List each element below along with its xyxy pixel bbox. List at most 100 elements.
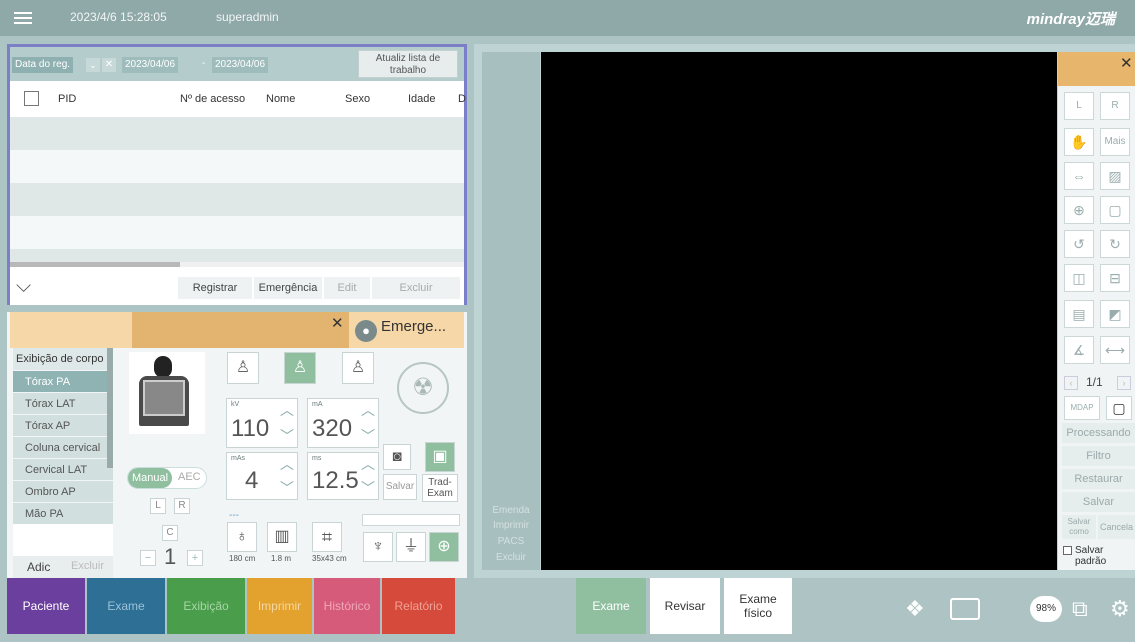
l-button[interactable]: L bbox=[150, 498, 166, 514]
manual-option[interactable]: Manual bbox=[128, 468, 172, 488]
patient-front-icon[interactable]: ♙ bbox=[284, 352, 316, 384]
clear-icon[interactable]: ✕ bbox=[102, 58, 116, 72]
detector-size-icon[interactable]: ⌗ bbox=[312, 522, 342, 552]
save-default-checkbox[interactable] bbox=[1063, 546, 1072, 555]
ms-down-icon[interactable]: ﹀ bbox=[360, 481, 376, 495]
refresh-worklist-button[interactable]: Atualiz lista de trabalho bbox=[358, 50, 458, 78]
nav-display[interactable]: Exibição bbox=[167, 578, 245, 634]
date-from-input[interactable]: 2023/04/06 bbox=[122, 57, 179, 73]
save-as-button[interactable]: Salvar como bbox=[1062, 515, 1096, 539]
kv-field[interactable]: kV 110 ︿ ﹀ bbox=[226, 398, 298, 448]
col-d[interactable]: D bbox=[458, 93, 466, 105]
list-item[interactable]: Mão PA bbox=[13, 502, 113, 524]
menu-icon[interactable] bbox=[14, 9, 32, 25]
fit-icon[interactable]: ▢ bbox=[1100, 196, 1130, 224]
expand-chevron-icon[interactable]: ⌵ bbox=[16, 275, 31, 298]
mas-field[interactable]: mAs 4 ︿ ﹀ bbox=[226, 452, 298, 500]
save-image-button[interactable]: Salvar bbox=[1062, 492, 1135, 512]
radiation-icon[interactable]: ☢ bbox=[397, 362, 449, 414]
next-page-icon[interactable]: › bbox=[1117, 376, 1131, 390]
kv-up-icon[interactable]: ︿ bbox=[279, 403, 295, 417]
layers-icon[interactable]: ❖ bbox=[905, 596, 925, 622]
c-button[interactable]: C bbox=[162, 525, 178, 541]
mas-up-icon[interactable]: ︿ bbox=[279, 457, 295, 471]
tab-physical-exam[interactable]: Exame físico bbox=[724, 578, 792, 634]
layout-icon[interactable]: ▢ bbox=[1106, 396, 1132, 420]
more-button[interactable]: Mais bbox=[1100, 128, 1130, 156]
screen-icon[interactable] bbox=[950, 598, 980, 620]
list-scrollbar[interactable] bbox=[107, 348, 113, 468]
nav-patient[interactable]: Paciente bbox=[7, 578, 85, 634]
tab-review[interactable]: Revisar bbox=[650, 578, 720, 634]
cancel-button[interactable]: Cancela bbox=[1098, 515, 1135, 539]
register-button[interactable]: Registrar bbox=[178, 277, 252, 299]
annotation-icon[interactable]: ◩ bbox=[1100, 300, 1130, 328]
flip-icon[interactable]: ⇔ bbox=[1064, 162, 1094, 190]
col-accession[interactable]: Nº de acesso bbox=[180, 93, 245, 105]
zoom-icon[interactable]: ⊕ bbox=[1064, 196, 1094, 224]
patient-tag[interactable]: ● Emerge... bbox=[349, 312, 464, 348]
patient-standing-icon[interactable]: ♙ bbox=[227, 352, 259, 384]
nav-print[interactable]: Imprimir bbox=[247, 578, 312, 634]
col-pid[interactable]: PID bbox=[58, 93, 76, 105]
collimator-icon[interactable]: ◙ bbox=[383, 444, 411, 470]
close-tools-icon[interactable]: ✕ bbox=[1120, 54, 1133, 72]
table-mode-icon[interactable]: ⊕ bbox=[429, 532, 459, 562]
list-item[interactable]: Coluna cervical bbox=[13, 436, 113, 458]
patient-side-icon[interactable]: ♙ bbox=[342, 352, 374, 384]
pan-hand-icon[interactable]: ✋ bbox=[1064, 128, 1094, 156]
left-marker-button[interactable]: L bbox=[1064, 92, 1094, 120]
table-row[interactable] bbox=[10, 183, 464, 216]
ms-field[interactable]: ms 12.5 ︿ ﹀ bbox=[307, 452, 379, 500]
split-horizontal-icon[interactable]: ⊟ bbox=[1100, 264, 1130, 292]
filter-button[interactable]: Filtro bbox=[1062, 446, 1135, 466]
list-item[interactable]: Cervical LAT bbox=[13, 458, 113, 480]
pacs-button[interactable]: PACS bbox=[484, 534, 538, 549]
field-icon[interactable]: ▣ bbox=[425, 442, 455, 472]
image-display[interactable] bbox=[541, 52, 1057, 570]
list-item[interactable]: Tórax PA bbox=[13, 370, 113, 392]
col-name[interactable]: Nome bbox=[266, 93, 295, 105]
col-sex[interactable]: Sexo bbox=[345, 93, 370, 105]
ms-up-icon[interactable]: ︿ bbox=[360, 457, 376, 471]
print-button[interactable]: Imprimir bbox=[484, 518, 538, 533]
col-age[interactable]: Idade bbox=[408, 93, 436, 105]
date-to-input[interactable]: 2023/04/06 bbox=[212, 57, 269, 73]
ma-up-icon[interactable]: ︿ bbox=[360, 403, 376, 417]
report-icon[interactable]: ▤ bbox=[1064, 300, 1094, 328]
increment-button[interactable]: + bbox=[187, 550, 203, 566]
split-vertical-icon[interactable]: ◫ bbox=[1064, 264, 1094, 292]
restore-button[interactable]: Restaurar bbox=[1062, 469, 1135, 489]
prev-page-icon[interactable]: ‹ bbox=[1064, 376, 1078, 390]
ma-down-icon[interactable]: ﹀ bbox=[360, 429, 376, 443]
exposure-mode-toggle[interactable]: Manual AEC bbox=[127, 467, 207, 489]
nav-report[interactable]: Relatório bbox=[382, 578, 455, 634]
ma-field[interactable]: mA 320 ︿ ﹀ bbox=[307, 398, 379, 448]
multi-window-icon[interactable]: ⧉ bbox=[1072, 596, 1088, 622]
close-icon[interactable]: ✕ bbox=[331, 314, 344, 332]
image-edit-icon[interactable]: ▨ bbox=[1100, 162, 1130, 190]
grid-icon[interactable]: ▥ bbox=[267, 522, 297, 552]
rotate-left-icon[interactable]: ↺ bbox=[1064, 230, 1094, 258]
trad-exam-button[interactable]: Trad-Exam bbox=[422, 474, 458, 502]
mas-down-icon[interactable]: ﹀ bbox=[279, 481, 295, 495]
delete-image-button[interactable]: Excluir bbox=[484, 550, 538, 565]
edit-button[interactable]: Edit bbox=[324, 277, 370, 299]
select-all-checkbox[interactable] bbox=[24, 91, 39, 106]
nav-exam[interactable]: Exame bbox=[87, 578, 165, 634]
list-item[interactable]: Tórax LAT bbox=[13, 392, 113, 414]
sid-icon[interactable]: ♁ bbox=[227, 522, 257, 552]
nav-history[interactable]: Histórico bbox=[314, 578, 380, 634]
bucky-icon[interactable]: ⏚ bbox=[396, 532, 426, 562]
delete-protocol-button[interactable]: Excluir bbox=[71, 560, 104, 572]
list-item[interactable]: Tórax AP bbox=[13, 414, 113, 436]
r-button[interactable]: R bbox=[174, 498, 190, 514]
save-button[interactable]: Salvar bbox=[383, 474, 417, 500]
list-item[interactable]: Ombro AP bbox=[13, 480, 113, 502]
horizontal-scrollbar[interactable] bbox=[10, 262, 464, 267]
rotate-right-icon[interactable]: ↻ bbox=[1100, 230, 1130, 258]
tube-icon[interactable]: ♆ bbox=[363, 532, 393, 562]
gear-icon[interactable]: ⚙ bbox=[1110, 596, 1130, 622]
table-row[interactable] bbox=[10, 216, 464, 249]
table-row[interactable] bbox=[10, 150, 464, 183]
